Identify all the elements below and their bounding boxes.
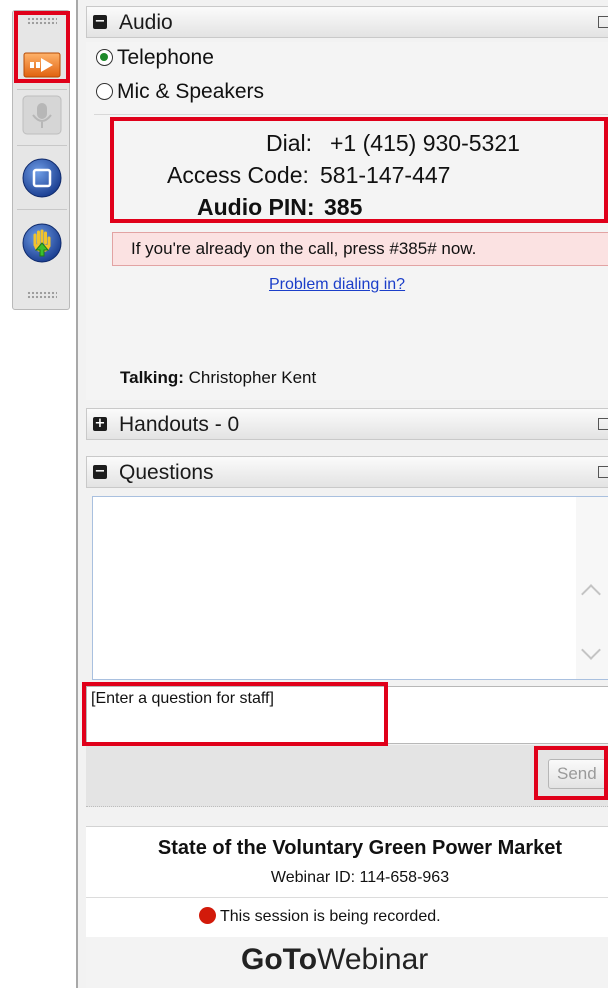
microphone-button[interactable] <box>20 93 64 137</box>
raise-hand-button[interactable] <box>20 221 64 265</box>
webinar-id: Webinar ID: 114-658-963 <box>270 869 450 886</box>
radio-selected-icon <box>96 49 113 66</box>
divider <box>86 897 608 898</box>
webinar-title: State of the Voluntary Green Power Marke… <box>157 837 563 859</box>
questions-scrollbar[interactable] <box>576 497 608 679</box>
handouts-pane-header[interactable]: + Handouts - 0 <box>86 408 608 440</box>
recording-notice: This session is being recorded. <box>199 907 441 926</box>
mic-speakers-radio[interactable]: Mic & Speakers <box>96 80 264 104</box>
talking-name: Christopher Kent <box>188 368 317 387</box>
talking-indicator: Talking: Christopher Kent <box>120 368 317 387</box>
divider <box>17 209 67 210</box>
screen-icon <box>22 158 62 198</box>
brand-band: GoToWebinar <box>86 937 608 988</box>
send-bar: Send <box>86 745 608 807</box>
telephone-radio[interactable]: Telephone <box>96 46 214 70</box>
highlight-box-dial-info <box>110 117 608 223</box>
scroll-down-icon[interactable] <box>581 640 601 660</box>
raise-hand-icon <box>22 223 62 263</box>
recording-dot-icon <box>199 907 216 924</box>
already-on-call-notice: If you're already on the call, press #38… <box>112 232 608 266</box>
grip-handle-bottom[interactable] <box>27 291 57 299</box>
problem-dialing-link[interactable]: Problem dialing in? <box>269 276 405 294</box>
collapse-questions-icon[interactable]: − <box>93 465 107 479</box>
expand-handouts-icon[interactable]: + <box>93 417 107 431</box>
questions-pane-title: Questions <box>119 461 214 484</box>
divider <box>17 89 67 90</box>
popout-icon[interactable] <box>598 16 608 28</box>
popout-icon[interactable] <box>598 466 608 478</box>
gotowebinar-logo: GoToWebinar <box>241 943 429 976</box>
screen-view-button[interactable] <box>20 156 64 200</box>
divider <box>17 145 67 146</box>
popout-icon[interactable] <box>598 418 608 430</box>
highlight-box-send <box>534 746 608 800</box>
audio-pane-header[interactable]: − Audio <box>86 6 608 38</box>
webinar-info-footer: State of the Voluntary Green Power Marke… <box>86 826 608 988</box>
handouts-pane-title: Handouts - 0 <box>119 413 240 436</box>
audio-pane-title: Audio <box>119 11 173 34</box>
collapse-audio-icon[interactable]: − <box>93 15 107 29</box>
radio-unselected-icon <box>96 83 113 100</box>
questions-log[interactable] <box>92 496 608 680</box>
divider <box>94 114 608 115</box>
questions-pane-header[interactable]: − Questions <box>86 456 608 488</box>
highlight-box-question-input <box>82 682 388 746</box>
highlight-box-arrow <box>14 11 70 83</box>
scroll-up-icon[interactable] <box>581 584 601 604</box>
microphone-icon <box>22 95 62 135</box>
